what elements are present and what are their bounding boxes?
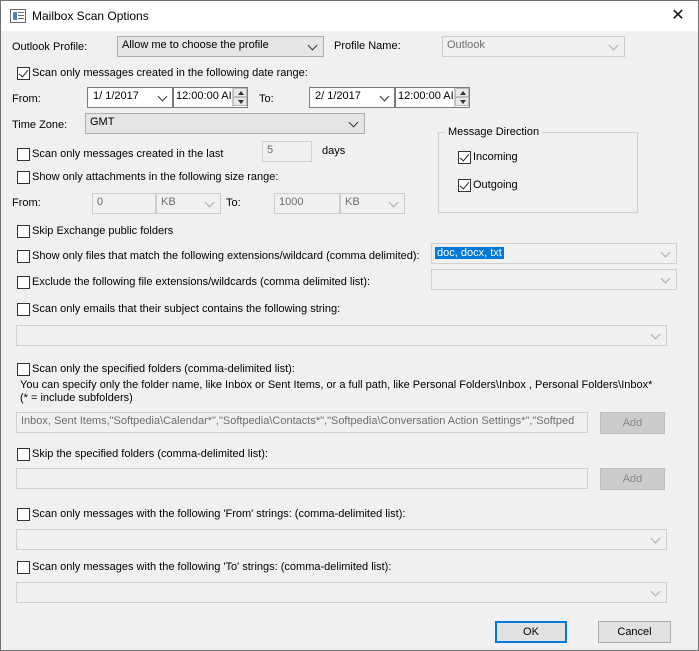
skip-folders-checkbox[interactable] [17, 448, 30, 461]
size-from-label: From: [12, 197, 41, 209]
from-strings-checkbox[interactable] [17, 508, 30, 521]
folders-help-line1: You can specify only the folder name, li… [20, 379, 653, 391]
incoming-checkbox[interactable] [458, 151, 471, 164]
chevron-down-icon [388, 197, 400, 209]
cancel-button[interactable]: Cancel [598, 621, 671, 643]
from-strings-combo[interactable] [16, 529, 667, 550]
to-time-picker[interactable]: 12:00:00 AI [395, 87, 470, 108]
ext-exclude-checkbox[interactable] [17, 276, 30, 289]
chevron-down-icon [307, 40, 319, 52]
size-from-unit-combo[interactable]: KB [156, 193, 221, 214]
date-range-checkbox[interactable] [17, 67, 30, 80]
timezone-label: Time Zone: [12, 119, 68, 131]
mailbox-scan-options-dialog: Mailbox Scan Options ✕ Outlook Profile: … [0, 0, 699, 651]
window-icon [10, 9, 26, 23]
chevron-down-icon [379, 91, 391, 103]
chevron-down-icon [650, 533, 662, 545]
outgoing-checkbox[interactable] [458, 179, 471, 192]
scan-last-label: Scan only messages created in the last [32, 148, 224, 160]
window-title: Mailbox Scan Options [32, 9, 149, 23]
from-time-value: 12:00:00 AI [176, 90, 232, 102]
ext-match-label: Show only files that match the following… [32, 250, 420, 262]
size-range-checkbox[interactable] [17, 171, 30, 184]
from-date-value: 1/ 1/2017 [93, 90, 139, 102]
subject-label: Scan only emails that their subject cont… [32, 303, 341, 315]
to-date-value: 2/ 1/2017 [315, 90, 361, 102]
skip-public-label: Skip Exchange public folders [32, 225, 174, 237]
subject-checkbox[interactable] [17, 303, 30, 316]
chevron-down-icon [204, 197, 216, 209]
message-direction-title: Message Direction [445, 126, 543, 138]
incoming-label: Incoming [473, 151, 518, 163]
close-button[interactable]: ✕ [662, 1, 694, 31]
ext-exclude-label: Exclude the following file extensions/wi… [32, 276, 371, 288]
profile-name-value: Outlook [447, 39, 485, 51]
ext-match-value: doc, docx, txt [435, 247, 504, 259]
to-strings-label: Scan only messages with the following 'T… [32, 561, 392, 573]
to-strings-checkbox[interactable] [17, 561, 30, 574]
folders-help-line2: (* = include subfolders) [20, 392, 133, 404]
profile-name-label: Profile Name: [334, 40, 401, 52]
date-from-label: From: [12, 93, 41, 105]
outlook-profile-value: Allow me to choose the profile [122, 39, 269, 51]
size-to-unit-value: KB [345, 196, 360, 208]
timezone-combo[interactable]: GMT [85, 113, 365, 134]
spin-down-icon[interactable] [455, 97, 469, 106]
days-label: days [322, 145, 346, 157]
chevron-down-icon [157, 91, 169, 103]
skip-folders-input[interactable] [16, 468, 588, 489]
date-range-label: Scan only messages created in the follow… [32, 67, 308, 79]
ext-exclude-combo[interactable] [431, 269, 677, 290]
message-direction-group [438, 132, 638, 213]
folders-add-button[interactable]: Add [600, 412, 665, 434]
ext-match-checkbox[interactable] [17, 250, 30, 263]
outlook-profile-label: Outlook Profile: [12, 41, 88, 53]
folders-checkbox[interactable] [17, 363, 30, 376]
chevron-down-icon [608, 40, 620, 52]
subject-combo[interactable] [16, 325, 667, 346]
spin-down-icon[interactable] [233, 97, 247, 106]
to-date-picker[interactable]: 2/ 1/2017 [309, 87, 395, 108]
size-to-input[interactable]: 1000 [274, 193, 340, 214]
outgoing-label: Outgoing [473, 179, 518, 191]
skip-folders-label: Skip the specified folders (comma-delimi… [32, 448, 268, 460]
spin-up-icon[interactable] [455, 88, 469, 97]
to-time-value: 12:00:00 AI [398, 90, 454, 102]
date-to-label: To: [259, 93, 274, 105]
skip-folders-add-button[interactable]: Add [600, 468, 665, 490]
timezone-value: GMT [90, 116, 115, 128]
scan-last-checkbox[interactable] [17, 148, 30, 161]
chevron-down-icon [650, 586, 662, 598]
from-time-spinner[interactable] [232, 88, 247, 107]
folders-label: Scan only the specified folders (comma-d… [32, 363, 295, 375]
ext-match-combo[interactable]: doc, docx, txt [431, 243, 677, 264]
ok-button[interactable]: OK [495, 621, 567, 643]
from-strings-label: Scan only messages with the following 'F… [32, 508, 406, 520]
from-time-picker[interactable]: 12:00:00 AI [173, 87, 248, 108]
chevron-down-icon [348, 117, 360, 129]
spin-up-icon[interactable] [233, 88, 247, 97]
folders-input[interactable]: Inbox, Sent Items,"Softpedia\Calendar*",… [16, 412, 588, 433]
chevron-down-icon [660, 247, 672, 259]
size-to-label: To: [226, 197, 241, 209]
skip-public-checkbox[interactable] [17, 225, 30, 238]
size-from-unit-value: KB [161, 196, 176, 208]
size-from-input[interactable]: 0 [92, 193, 156, 214]
size-range-label: Show only attachments in the following s… [32, 171, 279, 183]
size-to-unit-combo[interactable]: KB [340, 193, 405, 214]
to-strings-combo[interactable] [16, 582, 667, 603]
from-date-picker[interactable]: 1/ 1/2017 [87, 87, 173, 108]
title-bar: Mailbox Scan Options ✕ [1, 1, 698, 31]
chevron-down-icon [660, 273, 672, 285]
scan-last-days-input[interactable]: 5 [262, 141, 312, 162]
outlook-profile-combo[interactable]: Allow me to choose the profile [117, 36, 324, 57]
chevron-down-icon [650, 329, 662, 341]
to-time-spinner[interactable] [454, 88, 469, 107]
profile-name-combo[interactable]: Outlook [442, 36, 625, 57]
